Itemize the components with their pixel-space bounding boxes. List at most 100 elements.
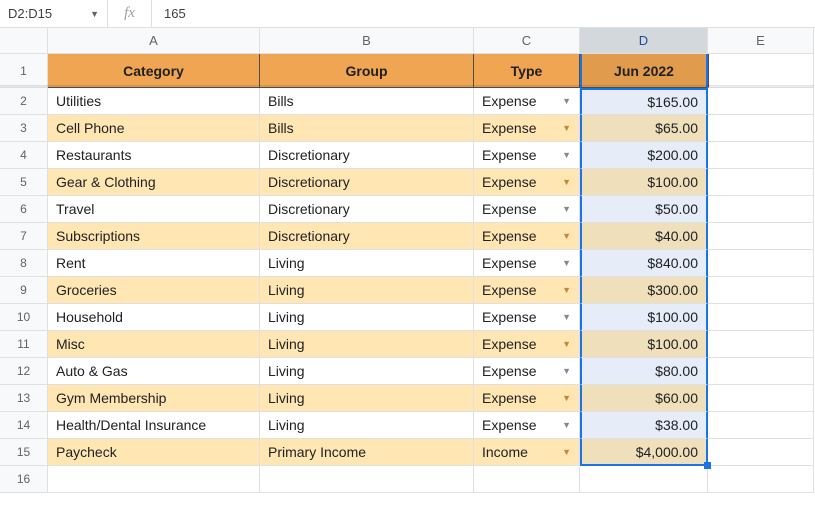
cell-amount[interactable]: $4,000.00 (580, 439, 708, 466)
dropdown-icon[interactable]: ▼ (562, 312, 571, 322)
row-head-6[interactable]: 6 (0, 196, 48, 223)
cell-amount[interactable]: $100.00 (580, 304, 708, 331)
header-category[interactable]: Category (48, 54, 260, 88)
cell-category[interactable]: Rent (48, 250, 260, 277)
formula-input[interactable]: 165 (152, 6, 815, 21)
dropdown-icon[interactable]: ▼ (562, 393, 571, 403)
dropdown-icon[interactable]: ▼ (562, 204, 571, 214)
col-head-e[interactable]: E (708, 28, 814, 54)
col-head-d[interactable]: D (580, 28, 708, 54)
cell-blank[interactable] (708, 250, 814, 277)
cell-group[interactable]: Living (260, 304, 474, 331)
cell-blank[interactable] (708, 304, 814, 331)
cell-blank[interactable] (708, 358, 814, 385)
row-head-11[interactable]: 11 (0, 331, 48, 358)
cell-category[interactable]: Gear & Clothing (48, 169, 260, 196)
col-head-b[interactable]: B (260, 28, 474, 54)
row-head-5[interactable]: 5 (0, 169, 48, 196)
cell-blank[interactable] (708, 196, 814, 223)
header-type[interactable]: Type (474, 54, 580, 88)
cell-amount[interactable]: $840.00 (580, 250, 708, 277)
cell-empty[interactable] (580, 466, 708, 493)
row-head-13[interactable]: 13 (0, 385, 48, 412)
cell-blank[interactable] (708, 88, 814, 115)
cell-amount[interactable]: $300.00 (580, 277, 708, 304)
cell-amount[interactable]: $60.00 (580, 385, 708, 412)
dropdown-icon[interactable]: ▼ (562, 96, 571, 106)
cell-amount[interactable]: $165.00 (580, 88, 708, 115)
cell-amount[interactable]: $50.00 (580, 196, 708, 223)
cell-amount[interactable]: $100.00 (580, 331, 708, 358)
select-all-corner[interactable] (0, 28, 48, 54)
cell-group[interactable]: Living (260, 412, 474, 439)
cell-blank[interactable] (708, 331, 814, 358)
cell-amount[interactable]: $40.00 (580, 223, 708, 250)
cell-type[interactable]: Expense▼ (474, 385, 580, 412)
row-head-2[interactable]: 2 (0, 88, 48, 115)
dropdown-icon[interactable]: ▼ (562, 420, 571, 430)
cell-blank[interactable] (708, 277, 814, 304)
row-head-12[interactable]: 12 (0, 358, 48, 385)
cell-type[interactable]: Expense▼ (474, 88, 580, 115)
dropdown-icon[interactable]: ▼ (562, 258, 571, 268)
cell-type[interactable]: Expense▼ (474, 196, 580, 223)
cell-empty[interactable] (474, 466, 580, 493)
cell-blank[interactable] (708, 115, 814, 142)
cell-category[interactable]: Health/Dental Insurance (48, 412, 260, 439)
cell-type[interactable]: Expense▼ (474, 412, 580, 439)
cell-group[interactable]: Living (260, 250, 474, 277)
cell-amount[interactable]: $80.00 (580, 358, 708, 385)
cell-group[interactable]: Discretionary (260, 196, 474, 223)
cell-group[interactable]: Bills (260, 115, 474, 142)
cell-type[interactable]: Expense▼ (474, 250, 580, 277)
cell-group[interactable]: Living (260, 331, 474, 358)
row-head-9[interactable]: 9 (0, 277, 48, 304)
cell-empty[interactable] (260, 466, 474, 493)
dropdown-icon[interactable]: ▼ (562, 366, 571, 376)
cell-group[interactable]: Discretionary (260, 142, 474, 169)
cell-type[interactable]: Expense▼ (474, 358, 580, 385)
cell-category[interactable]: Restaurants (48, 142, 260, 169)
cell-group[interactable]: Living (260, 385, 474, 412)
cell-blank[interactable] (708, 169, 814, 196)
cell-category[interactable]: Utilities (48, 88, 260, 115)
row-head-1[interactable]: 1 (0, 54, 48, 88)
cell-group[interactable]: Living (260, 277, 474, 304)
cell-group[interactable]: Bills (260, 88, 474, 115)
header-month[interactable]: Jun 2022 (580, 54, 708, 88)
cell-category[interactable]: Auto & Gas (48, 358, 260, 385)
cell-type[interactable]: Expense▼ (474, 304, 580, 331)
cell-group[interactable]: Discretionary (260, 223, 474, 250)
dropdown-icon[interactable]: ▼ (562, 339, 571, 349)
header-blank[interactable] (708, 54, 814, 88)
cell-category[interactable]: Paycheck (48, 439, 260, 466)
row-head-10[interactable]: 10 (0, 304, 48, 331)
cell-amount[interactable]: $38.00 (580, 412, 708, 439)
cell-blank[interactable] (708, 142, 814, 169)
cell-blank[interactable] (708, 385, 814, 412)
dropdown-icon[interactable]: ▼ (88, 9, 101, 19)
cell-blank[interactable] (708, 223, 814, 250)
cell-group[interactable]: Primary Income (260, 439, 474, 466)
cell-category[interactable]: Gym Membership (48, 385, 260, 412)
cell-blank[interactable] (708, 412, 814, 439)
row-head-8[interactable]: 8 (0, 250, 48, 277)
col-head-a[interactable]: A (48, 28, 260, 54)
row-head-7[interactable]: 7 (0, 223, 48, 250)
cell-type[interactable]: Expense▼ (474, 223, 580, 250)
cell-type[interactable]: Expense▼ (474, 331, 580, 358)
cell-category[interactable]: Subscriptions (48, 223, 260, 250)
dropdown-icon[interactable]: ▼ (562, 123, 571, 133)
row-head-15[interactable]: 15 (0, 439, 48, 466)
cell-category[interactable]: Misc (48, 331, 260, 358)
cell-type[interactable]: Income▼ (474, 439, 580, 466)
row-head-3[interactable]: 3 (0, 115, 48, 142)
cell-amount[interactable]: $65.00 (580, 115, 708, 142)
cell-category[interactable]: Groceries (48, 277, 260, 304)
row-head-14[interactable]: 14 (0, 412, 48, 439)
dropdown-icon[interactable]: ▼ (562, 447, 571, 457)
cell-blank[interactable] (708, 439, 814, 466)
dropdown-icon[interactable]: ▼ (562, 177, 571, 187)
cell-amount[interactable]: $100.00 (580, 169, 708, 196)
dropdown-icon[interactable]: ▼ (562, 285, 571, 295)
